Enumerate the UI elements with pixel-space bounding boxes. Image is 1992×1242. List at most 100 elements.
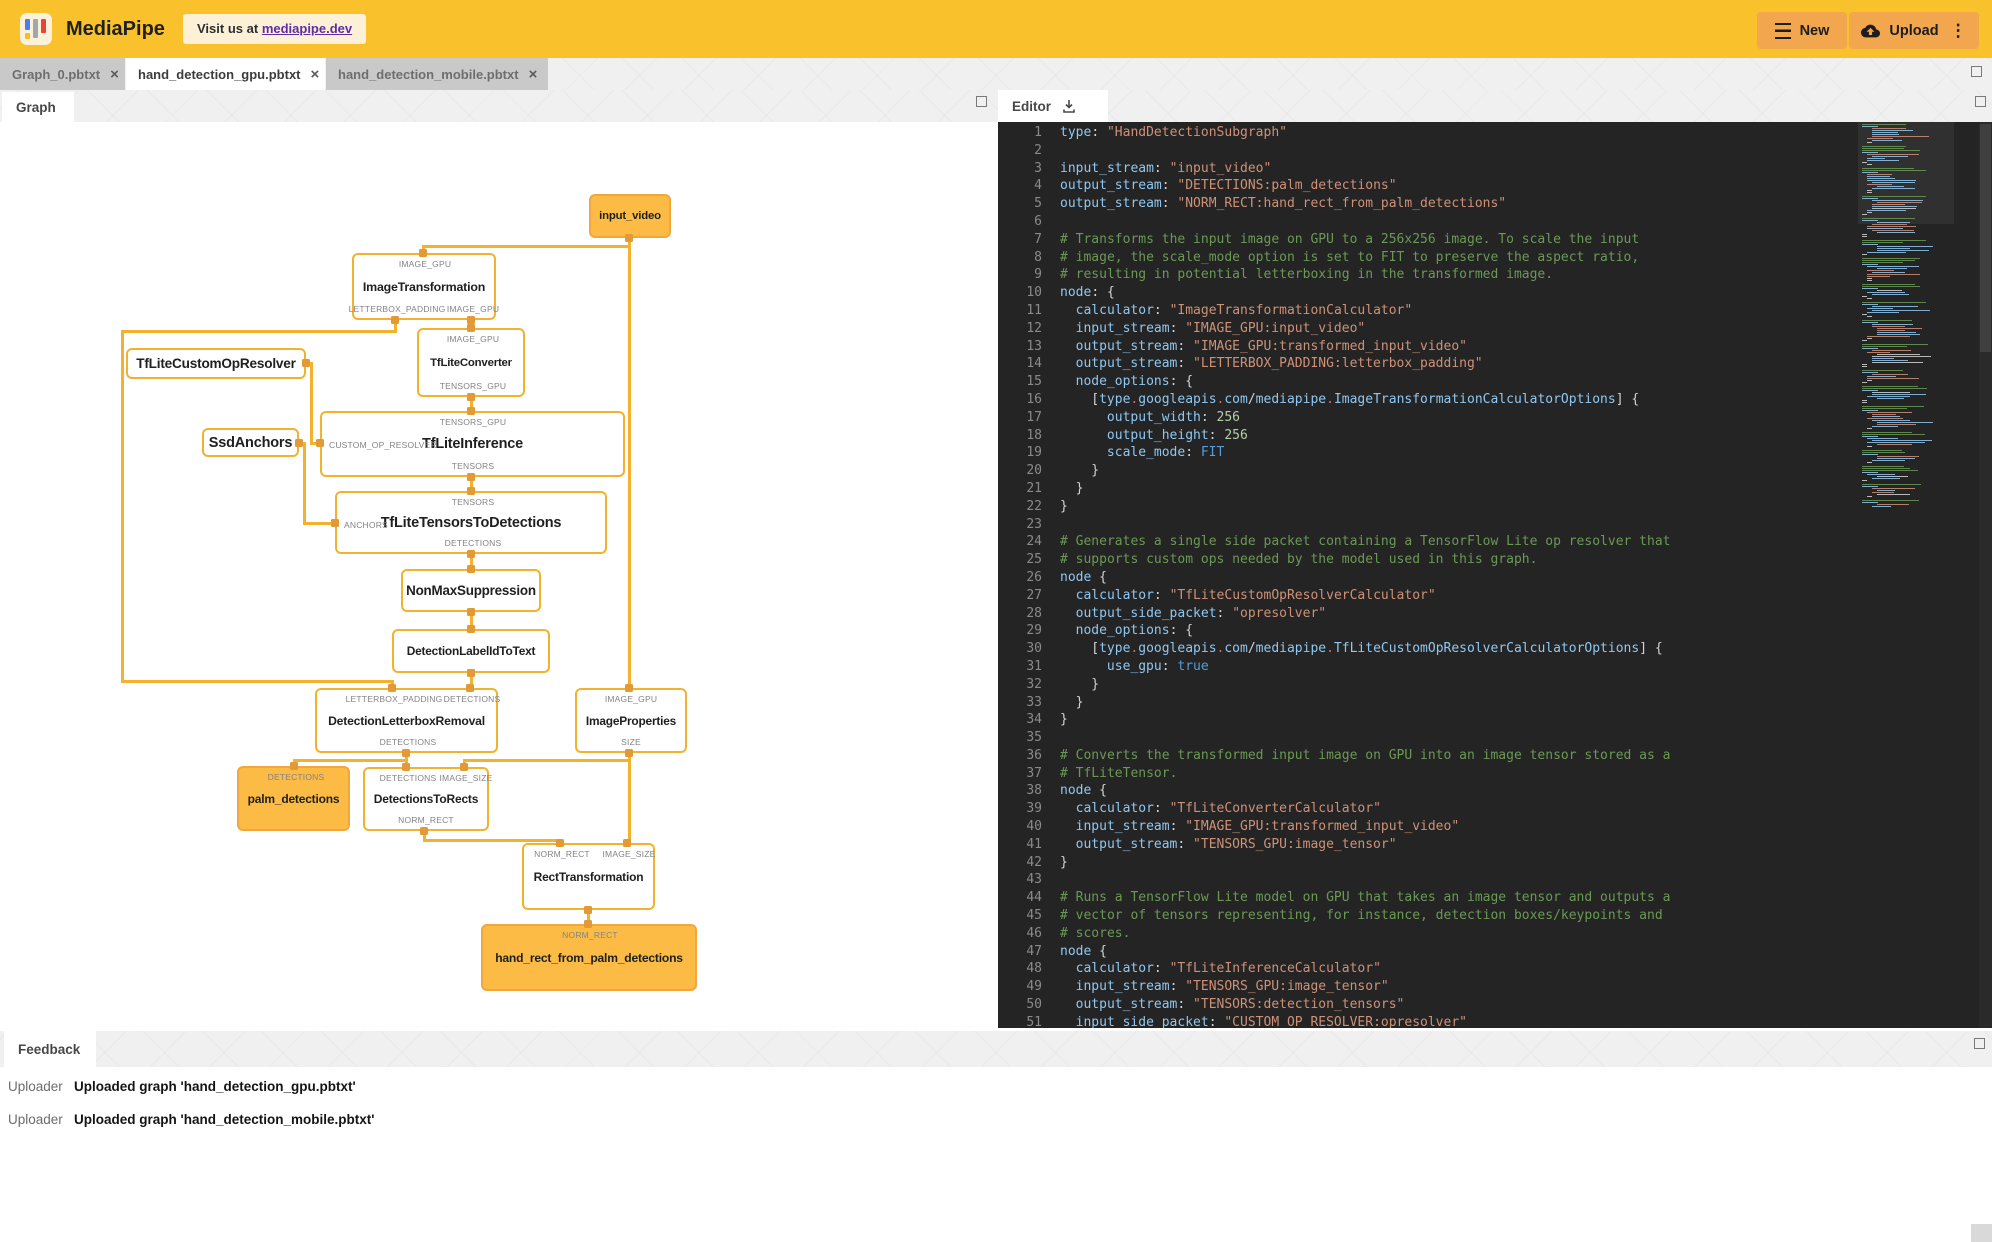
code-line-30[interactable]: 30 [type.googleapis.com/mediapipe.TfLiteC…	[998, 640, 1992, 658]
graph-node-ImageTransformation[interactable]: ImageTransformation IMAGE_GPU LETTERBOX_PA…	[349, 253, 499, 320]
graph-node-DetectionLabelIdToText[interactable]: DetectionLabelIdToText	[392, 629, 550, 673]
code-line-10[interactable]: 10 node: {	[998, 284, 1992, 302]
port-marker[interactable]	[623, 839, 631, 847]
code-line-47[interactable]: 47 node {	[998, 943, 1992, 961]
code-line-34[interactable]: 34}	[998, 711, 1992, 729]
port-marker[interactable]	[391, 316, 399, 324]
code-line-48[interactable]: 48 calculator: "TfLiteInferenceCalculator…	[998, 960, 1992, 978]
graph-node-SsdAnchors[interactable]: SsdAnchors	[202, 428, 299, 457]
code-line-11[interactable]: 11 calculator: "ImageTransformationCalcul…	[998, 302, 1992, 320]
code-line-5[interactable]: 5 output_stream: "NORM_RECT:hand_rect_fro…	[998, 195, 1992, 213]
close-tab-icon[interactable]: ×	[529, 67, 538, 82]
port-marker[interactable]	[625, 684, 633, 692]
code-line-42[interactable]: 42}	[998, 854, 1992, 872]
port-marker[interactable]	[467, 565, 475, 573]
port-marker[interactable]	[584, 906, 592, 914]
port-marker[interactable]	[466, 684, 474, 692]
editor-scrollbar-thumb[interactable]	[1980, 124, 1991, 352]
port-marker[interactable]	[331, 519, 339, 527]
code-line-37[interactable]: 37 # TfLiteTensor.	[998, 765, 1992, 783]
code-line-32[interactable]: 32}	[998, 676, 1992, 694]
code-line-20[interactable]: 20}	[998, 462, 1992, 480]
expand-editor-pane-icon[interactable]	[1975, 96, 1986, 107]
port-marker[interactable]	[467, 473, 475, 481]
port-marker[interactable]	[420, 827, 428, 835]
close-tab-icon[interactable]: ×	[311, 67, 320, 82]
graph-node-RectTransformation[interactable]: RectTransformation NORM_RECT IMAGE_SIZE	[522, 843, 655, 910]
minimap[interactable]	[1858, 122, 1954, 1028]
graph-node-TfLiteTensorsToDetections[interactable]: TfLiteTensorsToDetections TENSORS DETECTIO…	[335, 491, 607, 554]
port-marker[interactable]	[467, 625, 475, 633]
code-line-3[interactable]: 3 input_stream: "input_video"	[998, 160, 1992, 178]
upload-button[interactable]: Upload ⋮	[1849, 12, 1979, 49]
expand-feedback-pane-icon[interactable]	[1974, 1038, 1985, 1049]
code-line-7[interactable]: 7 # Transforms the input image on GPU to …	[998, 231, 1992, 249]
port-marker[interactable]	[460, 763, 468, 771]
code-line-2[interactable]: 2	[998, 142, 1992, 160]
code-line-45[interactable]: 45 # vector of tensors representing, for …	[998, 907, 1992, 925]
port-marker[interactable]	[295, 439, 303, 447]
graph-node-DetectionsToRects[interactable]: DetectionsToRects DETECTIONS IMAGE_SIZE NOR…	[363, 767, 492, 831]
tab-editor[interactable]: Editor	[998, 90, 1108, 122]
graph-node-TfLiteConverter[interactable]: TfLiteConverter IMAGE_GPU TENSORS_GPU	[417, 328, 525, 397]
graph-node-TfLiteCustomOpResolver[interactable]: TfLiteCustomOpResolver	[126, 348, 306, 379]
code-line-41[interactable]: 41 output_stream: "TENSORS_GPU:image_tens…	[998, 836, 1992, 854]
expand-graph-pane-icon[interactable]	[976, 96, 987, 107]
code-line-26[interactable]: 26 node {	[998, 569, 1992, 587]
code-line-17[interactable]: 17 output_width: 256	[998, 409, 1992, 427]
upload-more-icon[interactable]: ⋮	[1950, 21, 1967, 41]
tab-feedback[interactable]: Feedback	[4, 1031, 96, 1067]
code-line-43[interactable]: 43	[998, 871, 1992, 889]
mediapipe-dev-link[interactable]: mediapipe.dev	[262, 21, 352, 36]
file-tab-hand_detection_mobile.pbtxt[interactable]: hand_detection_mobile.pbtxt ×	[326, 58, 548, 90]
code-line-31[interactable]: 31 use_gpu: true	[998, 658, 1992, 676]
code-line-44[interactable]: 44 # Runs a TensorFlow Lite model on GPU …	[998, 889, 1992, 907]
port-marker[interactable]	[316, 439, 324, 447]
code-line-33[interactable]: 33}	[998, 694, 1992, 712]
port-marker[interactable]	[302, 359, 310, 367]
code-line-14[interactable]: 14 output_stream: "LETTERBOX_PADDING:lett…	[998, 355, 1992, 373]
file-tab-hand_detection_gpu.pbtxt[interactable]: hand_detection_gpu.pbtxt ×	[126, 58, 325, 90]
code-line-46[interactable]: 46 # scores.	[998, 925, 1992, 943]
port-marker[interactable]	[467, 550, 475, 558]
editor-scrollbar[interactable]	[1979, 122, 1992, 1028]
code-line-29[interactable]: 29 node_options: {	[998, 622, 1992, 640]
port-marker[interactable]	[290, 762, 298, 770]
port-marker[interactable]	[467, 316, 475, 324]
port-marker[interactable]	[625, 234, 633, 242]
code-line-15[interactable]: 15 node_options: {	[998, 373, 1992, 391]
code-editor[interactable]: 1 type: "HandDetectionSubgraph" 2 3 input_st…	[998, 122, 1992, 1028]
code-line-35[interactable]: 35	[998, 729, 1992, 747]
code-line-39[interactable]: 39 calculator: "TfLiteConverterCalculator…	[998, 800, 1992, 818]
code-line-8[interactable]: 8 # image, the scale_mode option is set t…	[998, 249, 1992, 267]
port-marker[interactable]	[467, 608, 475, 616]
code-line-23[interactable]: 23	[998, 516, 1992, 534]
port-marker[interactable]	[467, 393, 475, 401]
port-marker[interactable]	[467, 669, 475, 677]
code-line-50[interactable]: 50 output_stream: "TENSORS:detection_tens…	[998, 996, 1992, 1014]
port-marker[interactable]	[467, 407, 475, 415]
new-button[interactable]: New	[1757, 12, 1847, 49]
expand-pane-icon[interactable]	[1971, 66, 1982, 77]
port-marker[interactable]	[467, 487, 475, 495]
port-marker[interactable]	[388, 684, 396, 692]
code-line-4[interactable]: 4 output_stream: "DETECTIONS:palm_detecti…	[998, 177, 1992, 195]
download-icon[interactable]	[1061, 98, 1077, 114]
code-line-28[interactable]: 28 output_side_packet: "opresolver"	[998, 605, 1992, 623]
code-line-25[interactable]: 25 # supports custom ops needed by the mo…	[998, 551, 1992, 569]
code-line-13[interactable]: 13 output_stream: "IMAGE_GPU:transformed_…	[998, 338, 1992, 356]
tab-graph[interactable]: Graph	[2, 92, 74, 122]
code-line-40[interactable]: 40 input_stream: "IMAGE_GPU:transformed_i…	[998, 818, 1992, 836]
code-line-24[interactable]: 24 # Generates a single side packet conta…	[998, 533, 1992, 551]
graph-node-ImageProperties[interactable]: ImageProperties IMAGE_GPU SIZE	[575, 688, 687, 753]
code-line-36[interactable]: 36 # Converts the transformed input image…	[998, 747, 1992, 765]
code-line-18[interactable]: 18 output_height: 256	[998, 427, 1992, 445]
graph-node-input_video[interactable]: input_video	[589, 194, 671, 238]
code-line-1[interactable]: 1 type: "HandDetectionSubgraph"	[998, 124, 1992, 142]
port-marker[interactable]	[467, 324, 475, 332]
close-tab-icon[interactable]: ×	[110, 67, 119, 82]
code-line-12[interactable]: 12 input_stream: "IMAGE_GPU:input_video"	[998, 320, 1992, 338]
code-line-19[interactable]: 19 scale_mode: FIT	[998, 444, 1992, 462]
graph-node-NonMaxSuppression[interactable]: NonMaxSuppression	[401, 569, 541, 612]
code-line-16[interactable]: 16 [type.googleapis.com/mediapipe.ImageTr…	[998, 391, 1992, 409]
